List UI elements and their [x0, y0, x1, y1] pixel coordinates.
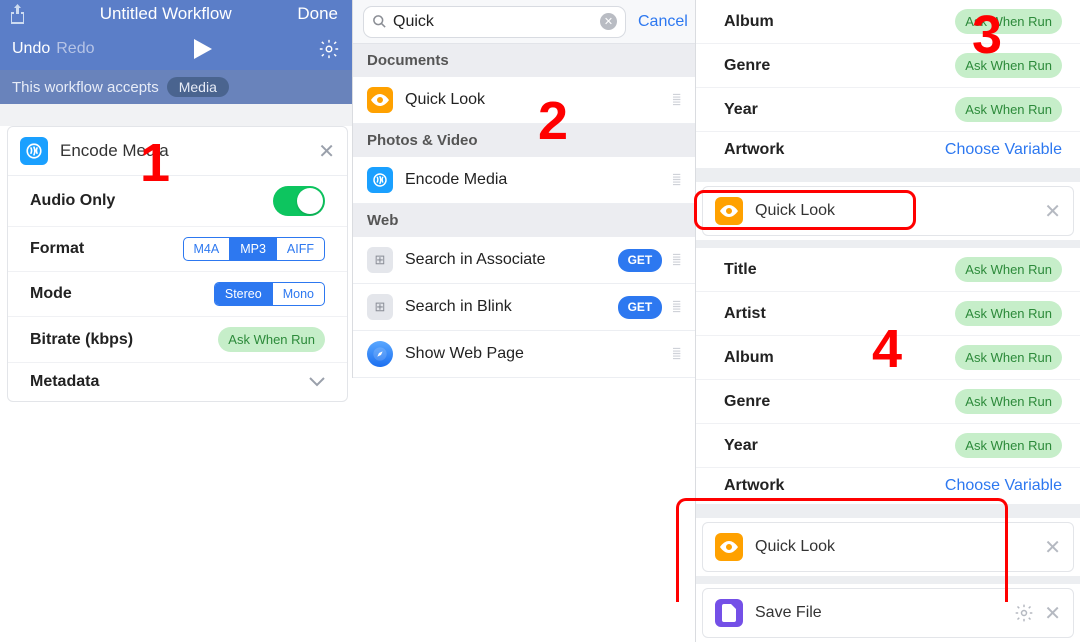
ask-pill[interactable]: Ask When Run: [955, 257, 1062, 282]
done-button[interactable]: Done: [297, 4, 352, 24]
undo-button[interactable]: Undo: [12, 40, 50, 58]
accepts-bar: This workflow accepts Media: [0, 70, 352, 104]
ask-pill[interactable]: Ask When Run: [955, 9, 1062, 34]
save-file-card: Save File ✕: [702, 588, 1074, 638]
get-pill[interactable]: GET: [618, 296, 663, 319]
redo-button: Redo: [56, 40, 94, 58]
metadata-label: Metadata: [30, 373, 309, 391]
genre-label: Genre: [724, 57, 955, 75]
format-label: Format: [30, 240, 183, 258]
action-label: Quick Look: [405, 91, 662, 109]
album-label: Album: [724, 13, 955, 31]
format-aiff[interactable]: AIFF: [276, 238, 324, 260]
artwork-label: Artwork: [724, 141, 945, 159]
action-label: Search in Associate: [405, 251, 618, 269]
bitrate-label: Bitrate (kbps): [30, 331, 218, 349]
encode-media-icon: [20, 137, 48, 165]
format-segmented[interactable]: M4A MP3 AIFF: [183, 237, 326, 261]
card-title: Save File: [755, 604, 1014, 622]
drag-handle-icon[interactable]: ≡≡: [672, 349, 681, 359]
section-documents: Documents: [353, 44, 695, 77]
action-label: Show Web Page: [405, 345, 662, 363]
section-web: Web: [353, 204, 695, 237]
mode-stereo[interactable]: Stereo: [215, 283, 272, 305]
section-photos: Photos & Video: [353, 124, 695, 157]
mode-mono[interactable]: Mono: [272, 283, 324, 305]
card-close-icon[interactable]: ✕: [1044, 199, 1061, 224]
card-close-icon[interactable]: ✕: [1044, 535, 1061, 560]
search-icon: [372, 14, 387, 29]
cancel-button[interactable]: Cancel: [638, 13, 688, 31]
bitrate-value-pill[interactable]: Ask When Run: [218, 327, 325, 352]
quick-look-card-2: Quick Look ✕: [702, 522, 1074, 572]
eye-icon: [367, 87, 393, 113]
action-show-web-page[interactable]: Show Web Page ≡≡: [353, 331, 695, 378]
choose-variable-button[interactable]: Choose Variable: [945, 141, 1062, 159]
year-label: Year: [724, 101, 955, 119]
action-quick-look[interactable]: Quick Look ≡≡: [353, 77, 695, 124]
ask-pill[interactable]: Ask When Run: [955, 389, 1062, 414]
clear-search-icon[interactable]: ✕: [600, 13, 617, 30]
card-close-icon[interactable]: ✕: [1044, 601, 1061, 626]
action-search-associate[interactable]: ⊞ Search in Associate GET ≡≡: [353, 237, 695, 284]
card-title: Quick Look: [755, 538, 1044, 556]
genre-label: Genre: [724, 393, 955, 411]
gear-icon[interactable]: [1014, 603, 1034, 623]
artwork-label: Artwork: [724, 477, 945, 495]
action-search-blink[interactable]: ⊞ Search in Blink GET ≡≡: [353, 284, 695, 331]
eye-icon: [715, 533, 743, 561]
ask-pill[interactable]: Ask When Run: [955, 433, 1062, 458]
chevron-down-icon[interactable]: [309, 377, 325, 387]
ask-pill[interactable]: Ask When Run: [955, 345, 1062, 370]
grid-icon: ⊞: [367, 294, 393, 320]
get-pill[interactable]: GET: [618, 249, 663, 272]
artist-label: Artist: [724, 305, 955, 323]
album-label: Album: [724, 349, 955, 367]
ask-pill[interactable]: Ask When Run: [955, 301, 1062, 326]
search-input[interactable]: [393, 13, 600, 31]
drag-handle-icon[interactable]: ≡≡: [672, 255, 681, 265]
card-close-icon[interactable]: ✕: [318, 139, 335, 164]
choose-variable-button[interactable]: Choose Variable: [945, 477, 1062, 495]
settings-icon[interactable]: [312, 38, 340, 60]
safari-icon: [367, 341, 393, 367]
audio-only-label: Audio Only: [30, 192, 273, 210]
encode-media-icon: [367, 167, 393, 193]
title-label: Title: [724, 261, 955, 279]
format-m4a[interactable]: M4A: [184, 238, 230, 260]
search-input-container[interactable]: ✕: [363, 6, 626, 38]
eye-icon: [715, 197, 743, 225]
year-label: Year: [724, 437, 955, 455]
grid-icon: ⊞: [367, 247, 393, 273]
ask-pill[interactable]: Ask When Run: [955, 97, 1062, 122]
play-button[interactable]: [95, 39, 313, 59]
drag-handle-icon[interactable]: ≡≡: [672, 95, 681, 105]
drag-handle-icon[interactable]: ≡≡: [672, 302, 681, 312]
workflow-title: Untitled Workflow: [34, 4, 297, 24]
format-mp3[interactable]: MP3: [229, 238, 276, 260]
card-title: Encode Media: [60, 141, 318, 161]
share-icon[interactable]: [0, 4, 34, 24]
action-label: Search in Blink: [405, 298, 618, 316]
mode-segmented[interactable]: Stereo Mono: [214, 282, 325, 306]
mode-label: Mode: [30, 285, 214, 303]
ask-pill[interactable]: Ask When Run: [955, 53, 1062, 78]
file-icon: [715, 599, 743, 627]
card-title: Quick Look: [755, 202, 1044, 220]
encode-media-card: Encode Media ✕ Audio Only Format M4A MP3…: [7, 126, 348, 402]
action-label: Encode Media: [405, 171, 662, 189]
audio-only-toggle[interactable]: [273, 186, 325, 216]
drag-handle-icon[interactable]: ≡≡: [672, 175, 681, 185]
action-encode-media[interactable]: Encode Media ≡≡: [353, 157, 695, 204]
accepts-type-pill[interactable]: Media: [167, 77, 229, 97]
accepts-label: This workflow accepts: [12, 79, 159, 96]
quick-look-card-1: Quick Look ✕: [702, 186, 1074, 236]
